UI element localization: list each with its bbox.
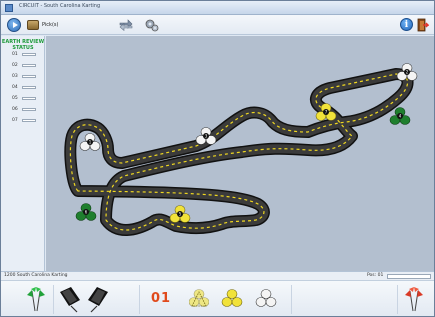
separator (397, 285, 398, 314)
kart-marker-4[interactable]: 4 (389, 107, 411, 125)
gears-icon[interactable] (145, 18, 159, 32)
app-window: CIRCUIT - South Carolina Karting Pick(s)… (0, 0, 435, 317)
separator (291, 285, 292, 314)
slot-number: 02 (12, 63, 18, 68)
kart-number: 4 (399, 114, 402, 119)
slot-bar (22, 75, 36, 78)
race-counter: 01 (151, 291, 172, 306)
title-bar: CIRCUIT - South Carolina Karting (1, 1, 434, 15)
status-slot[interactable]: 07 (12, 117, 40, 124)
kart-number: 1 (89, 140, 92, 145)
slot-bar (22, 119, 36, 122)
white-karts-icon[interactable] (255, 289, 277, 309)
slot-bar (22, 97, 36, 100)
status-bar: 1200 South Carolina Karting Pos: 01 (1, 271, 434, 280)
status-header: EARTH REVIEW STATUS (1, 39, 45, 51)
slot-bar (22, 53, 36, 56)
slot-number: 06 (12, 107, 18, 112)
slot-number: 05 (12, 96, 18, 101)
red-flags-icon[interactable] (405, 286, 423, 312)
exit-icon[interactable] (417, 18, 429, 32)
slot-number: 01 (12, 52, 18, 57)
toolbar: Pick(s) i (1, 15, 434, 35)
track-canvas[interactable]: 1 2 3 4 5 6 7 (46, 36, 434, 271)
folder-icon (27, 20, 39, 30)
checkered-flags-icon[interactable] (57, 286, 111, 313)
separator (53, 285, 54, 314)
status-slot[interactable]: 06 (12, 106, 40, 113)
status-left-text: 1200 South Carolina Karting (4, 273, 68, 278)
yellow-karts-outline-icon[interactable] (189, 289, 209, 309)
separator (139, 285, 140, 314)
kart-marker-5[interactable]: 5 (169, 205, 191, 223)
kart-number: 5 (179, 212, 182, 217)
slot-number: 03 (12, 74, 18, 79)
yellow-karts-icon[interactable] (221, 289, 243, 309)
pick-label: Pick(s) (42, 22, 59, 28)
slot-bar (22, 86, 36, 89)
info-button[interactable]: i (400, 18, 413, 31)
status-slot[interactable]: 02 (12, 62, 40, 69)
app-icon (5, 4, 13, 12)
status-slot[interactable]: 04 (12, 84, 40, 91)
kart-number: 6 (85, 210, 88, 215)
slot-bar (22, 64, 36, 67)
pick-button[interactable]: Pick(s) (27, 18, 58, 32)
status-panel: EARTH REVIEW STATUS 01 02 03 04 05 06 07 (1, 36, 45, 271)
kart-marker-6[interactable]: 6 (75, 203, 97, 221)
green-flags-icon[interactable] (27, 286, 45, 312)
bottom-toolbar: 01 (1, 280, 434, 316)
slot-bar (22, 108, 36, 111)
kart-number: 2 (406, 70, 409, 75)
kart-number: 3 (205, 134, 208, 139)
window-title: CIRCUIT - South Carolina Karting (19, 3, 101, 9)
race-track: 1 2 3 4 5 6 7 (64, 63, 418, 236)
status-slot[interactable]: 01 (12, 51, 40, 58)
kart-marker-1[interactable]: 1 (79, 133, 101, 151)
progress-bar (387, 274, 431, 279)
swap-arrows-icon[interactable] (119, 19, 133, 31)
play-button[interactable] (7, 18, 21, 32)
slot-number: 07 (12, 118, 18, 123)
status-right-text: Pos: 01 (367, 273, 384, 278)
slot-number: 04 (12, 85, 18, 90)
status-slot[interactable]: 03 (12, 73, 40, 80)
status-slot[interactable]: 05 (12, 95, 40, 102)
kart-number: 7 (325, 110, 328, 115)
